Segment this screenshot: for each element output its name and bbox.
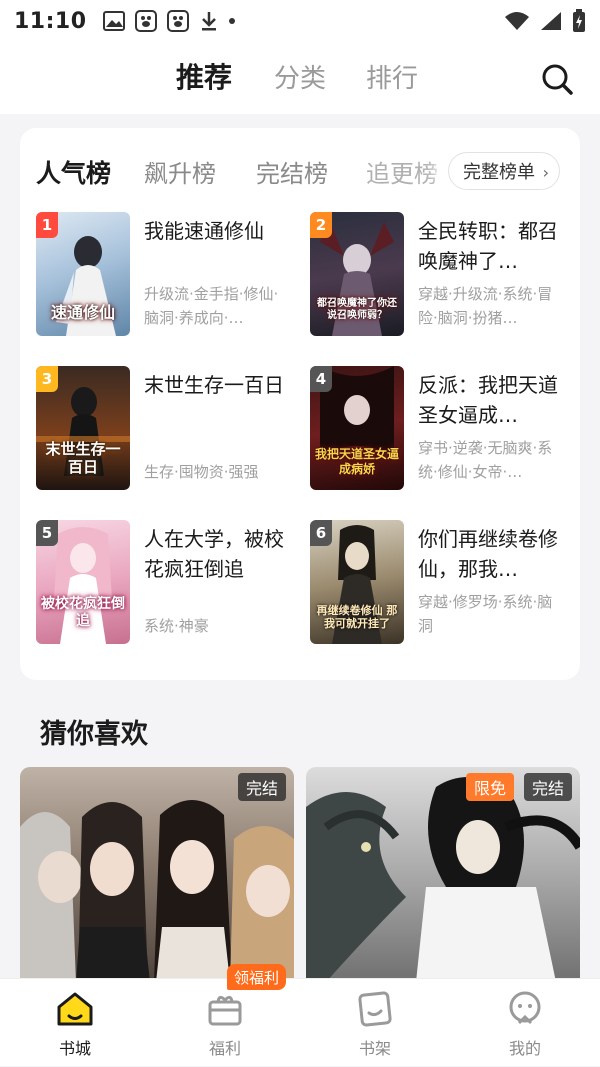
book-cover: 2 都召唤魔神了你还说召唤师弱？ [310,212,404,336]
book-cover: 1 速通修仙 [36,212,130,336]
tab-ranking[interactable]: 排行 [366,58,418,95]
book-tags: 穿书·逆袭·无脑爽·系统·修仙·女帝·… [418,439,553,481]
tab-category[interactable]: 分类 [274,58,326,95]
recommend-card[interactable]: 完结 [20,767,294,982]
nav-bookshelf[interactable]: 书架 [300,979,450,1067]
full-list-button[interactable]: 完整榜单 › [448,152,560,190]
rank-book-item[interactable]: 2 都召唤魔神了你还说召唤师弱？ 全民转职：都召唤魔神了… 穿越·升级流·系统·… [310,212,570,340]
book-title: 末世生存一百日 [144,373,284,397]
baidu-paw-icon [166,10,189,32]
badge-free: 限免 [465,773,514,801]
profile-face-icon [509,991,541,1025]
welfare-badge[interactable]: 领福利 [227,964,287,990]
search-icon[interactable] [540,62,574,96]
book-tags: 升级流·金手指·修仙·脑洞·养成向·… [144,285,279,327]
status-time: 11:10 [14,8,87,34]
rank-book-item[interactable]: 5 被校花疯狂倒追 人在大学，被校花疯狂倒追 系统·神豪 [36,520,296,648]
download-icon [201,12,216,31]
cover-title: 速通修仙 [50,302,115,322]
rank-book-item[interactable]: 3 末世生存一百日 末世生存一百日 生存·囤物资·强强 [36,366,296,494]
book-cover: 5 被校花疯狂倒追 [36,520,130,644]
cover-title: 我把天道圣女逼成病娇 [314,447,399,476]
section-title-text: 猜你喜欢 [40,719,148,750]
baidu-paw-icon [134,10,157,32]
nav-profile[interactable]: 我的 [450,979,600,1067]
gallery-icon [102,11,125,31]
battery-charging-icon [573,9,585,32]
rank-number: 5 [36,520,58,546]
section-title-guess: 猜你喜欢 [40,712,148,751]
book-title: 你们再继续卷修仙，那我… [418,527,558,581]
book-tags: 穿越·修罗场·系统·脑洞 [418,593,553,635]
cover-title: 再继续卷修仙 那我可就开挂了 [316,603,398,630]
full-list-label: 完整榜单 [463,162,535,183]
chevron-right-icon: › [542,163,549,182]
nav-welfare[interactable]: 福利 [150,979,300,1067]
cover-title: 末世生存一百日 [45,440,121,476]
rank-tab-following[interactable]: 追更榜 [366,154,438,189]
badge-completed: 完结 [237,773,286,801]
book-tags: 穿越·升级流·系统·冒险·脑洞·扮猪… [418,285,553,327]
rank-number: 3 [36,366,58,392]
ranking-card: 人气榜 飙升榜 完结榜 追更榜 完整榜单 › 1 速通修仙 我能速通修仙 升级流… [20,128,580,680]
badge-completed: 完结 [523,773,572,801]
rank-tab-popular[interactable]: 人气榜 [34,154,112,190]
home-icon [57,992,93,1026]
rank-number: 4 [310,366,332,392]
rank-book-item[interactable]: 4 我把天道圣女逼成病娇 反派：我把天道圣女逼成… 穿书·逆袭·无脑爽·系统·修… [310,366,570,494]
nav-label: 书城 [58,1039,91,1058]
gift-box-icon [208,995,242,1026]
recommend-card[interactable]: 限免 完结 [306,767,580,982]
rank-book-item[interactable]: 6 再继续卷修仙 那我可就开挂了 你们再继续卷修仙，那我… 穿越·修罗场·系统·… [310,520,570,648]
notification-icons [102,10,235,32]
bottom-nav: 书城 福利 书架 我的 [0,978,600,1066]
nav-bookstore[interactable]: 书城 [0,979,150,1067]
rank-tab-label: 人气榜 [36,159,112,188]
nav-label: 福利 [208,1039,241,1058]
rank-number: 1 [36,212,58,238]
book-tags: 生存·囤物资·强强 [144,463,259,481]
rank-book-item[interactable]: 1 速通修仙 我能速通修仙 升级流·金手指·修仙·脑洞·养成向·… [36,212,296,340]
wifi-icon [505,12,529,30]
rank-number: 2 [310,212,332,238]
book-cover: 4 我把天道圣女逼成病娇 [310,366,404,490]
rank-number: 6 [310,520,332,546]
bookshelf-icon [358,991,392,1027]
book-tags: 系统·神豪 [144,617,209,635]
nav-label: 我的 [508,1039,541,1058]
book-title: 我能速通修仙 [144,219,264,243]
rank-tab-completed[interactable]: 完结榜 [256,154,328,189]
book-cover: 3 末世生存一百日 [36,366,130,490]
cover-title: 被校花疯狂倒追 [41,596,125,630]
book-cover: 6 再继续卷修仙 那我可就开挂了 [310,520,404,644]
cover-title: 都召唤魔神了你还说召唤师弱？ [317,298,397,321]
rank-tab-rising[interactable]: 飙升榜 [144,154,216,189]
book-title: 全民转职：都召唤魔神了… [418,219,558,273]
nav-label: 书架 [358,1039,391,1058]
tab-recommend[interactable]: 推荐 [176,56,232,96]
more-dot-icon [228,18,235,24]
top-nav: 推荐 分类 排行 [0,42,600,114]
book-title: 反派：我把天道圣女逼成… [418,373,558,427]
signal-icon [541,12,561,30]
status-bar: 11:10 [0,0,600,42]
book-title: 人在大学，被校花疯狂倒追 [144,527,284,581]
